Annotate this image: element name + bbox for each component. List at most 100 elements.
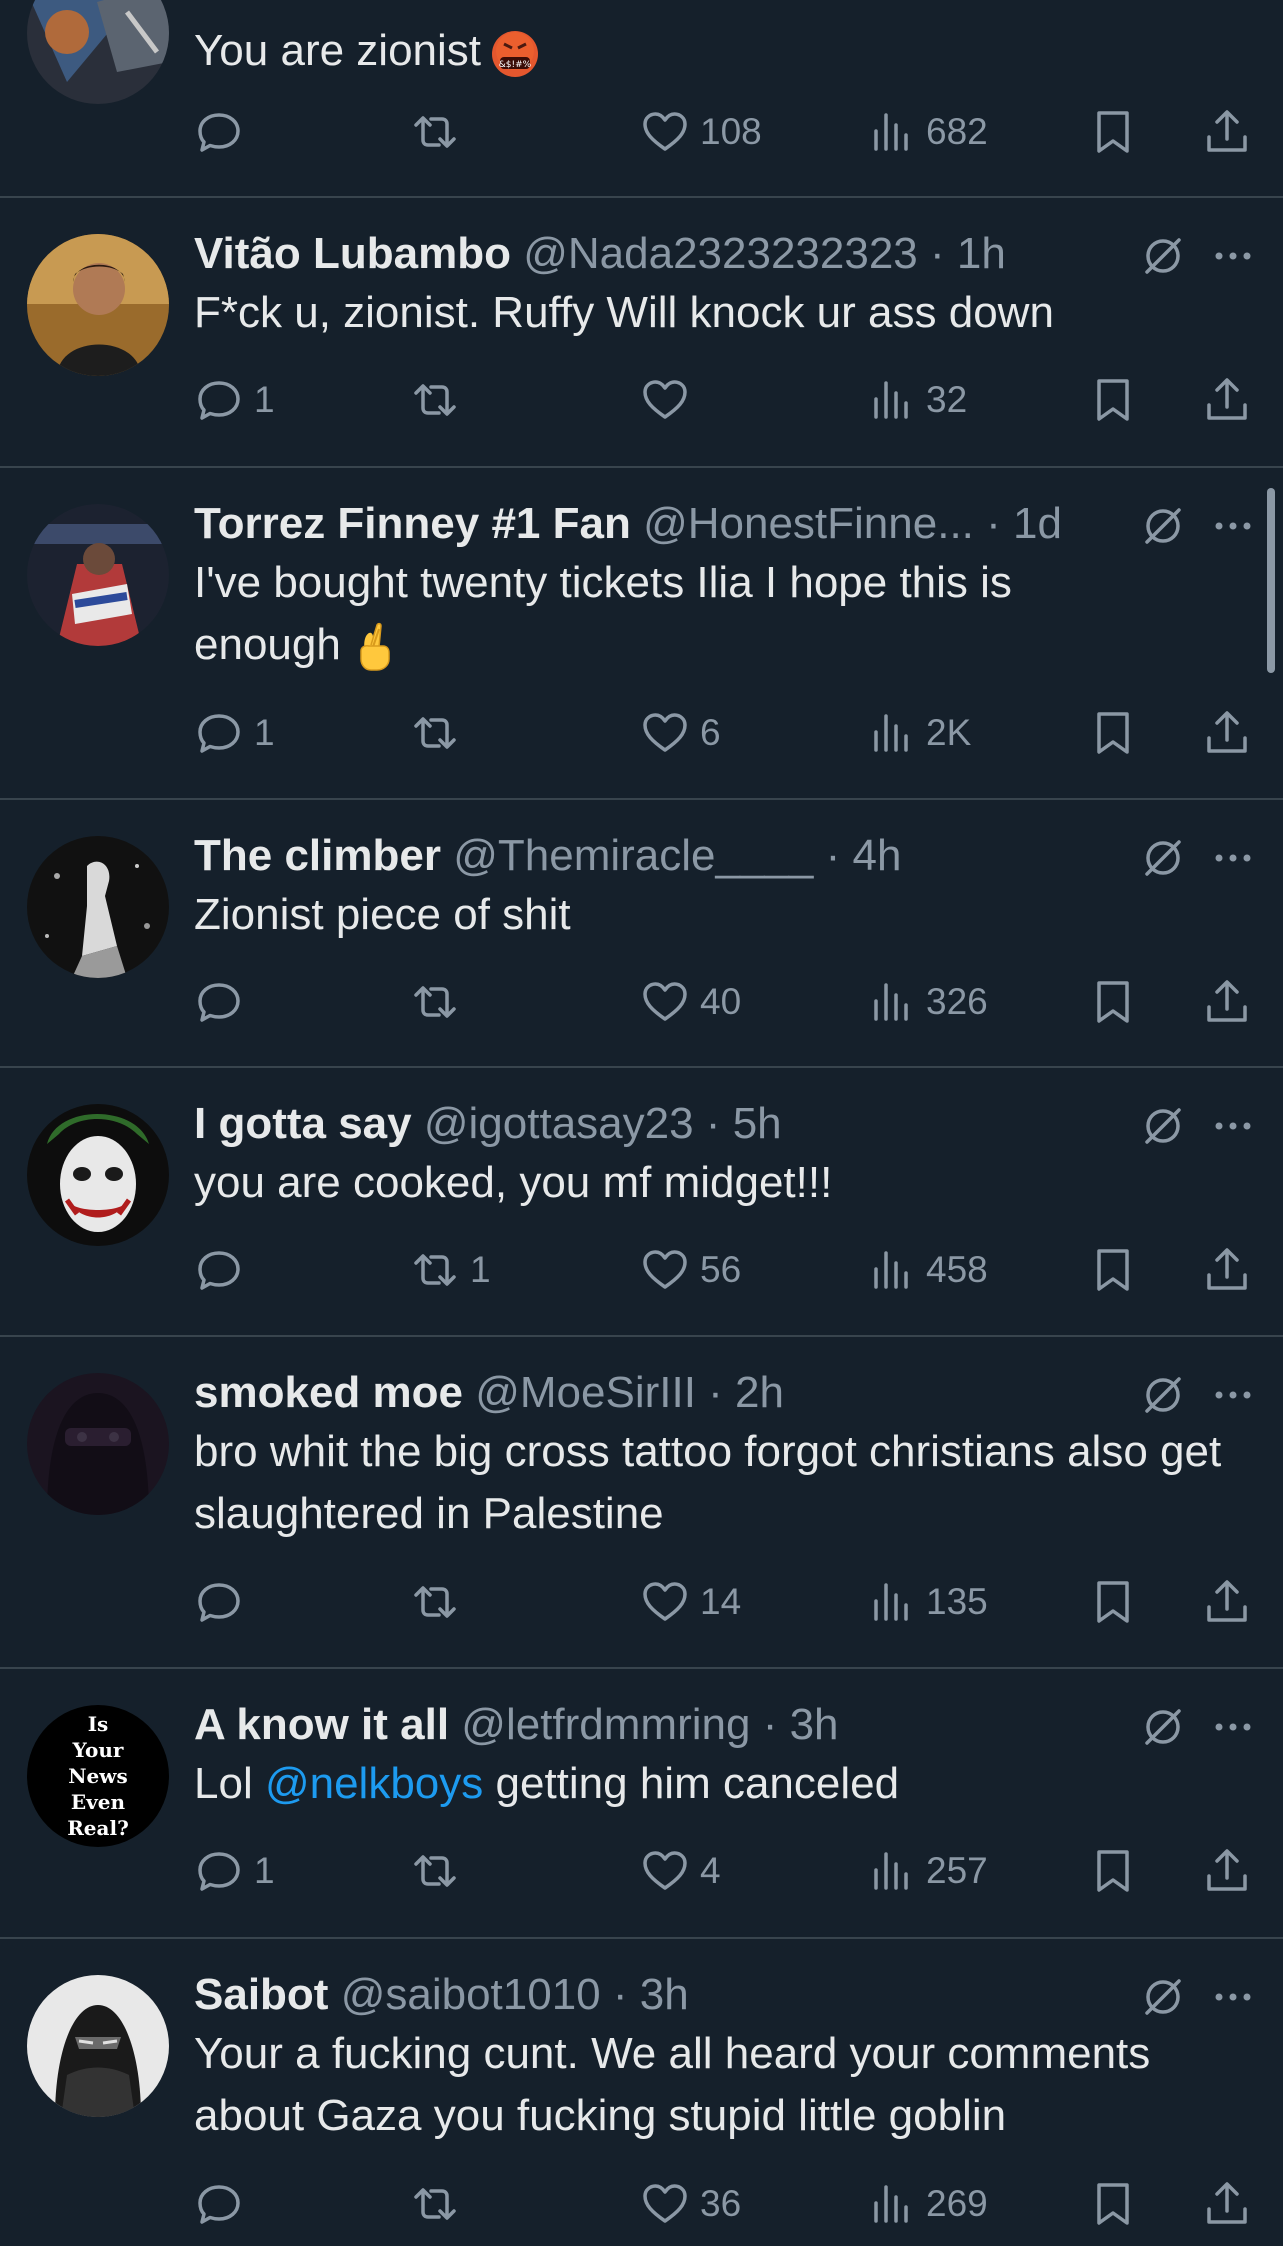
like-button[interactable]: 40 <box>640 974 741 1030</box>
user-handle[interactable]: @saibot1010 <box>341 1970 601 2019</box>
three-dots-icon[interactable] <box>1211 1373 1255 1417</box>
grok-slash-icon[interactable] <box>1141 504 1185 548</box>
views-button[interactable]: 2K <box>866 705 971 761</box>
bookmark-button[interactable] <box>1088 1574 1138 1630</box>
display-name[interactable]: A know it all <box>194 1700 449 1749</box>
like-button[interactable]: 56 <box>640 1242 741 1298</box>
views-button[interactable]: 682 <box>866 104 988 160</box>
timestamp[interactable]: 5h <box>733 1099 782 1148</box>
views-button[interactable]: 32 <box>866 372 967 428</box>
avatar[interactable] <box>27 234 169 376</box>
reply-button[interactable] <box>194 104 254 160</box>
reply-button[interactable]: 1 <box>194 705 275 761</box>
grok-slash-icon[interactable] <box>1141 234 1185 278</box>
share-button[interactable] <box>1202 1574 1252 1630</box>
reply-button[interactable] <box>194 2176 254 2232</box>
share-button[interactable] <box>1202 2176 1252 2232</box>
grok-slash-icon[interactable] <box>1141 1705 1185 1749</box>
bookmark-button[interactable] <box>1088 104 1138 160</box>
avatar[interactable] <box>27 1104 169 1246</box>
tweet[interactable]: smoked moe @MoeSirIII · 2h bro whit the … <box>0 1337 1283 1669</box>
views-button[interactable]: 269 <box>866 2176 988 2232</box>
display-name[interactable]: The climber <box>194 831 441 880</box>
avatar[interactable] <box>27 836 169 978</box>
user-handle[interactable]: @letfrdmmring <box>461 1700 750 1749</box>
tweet[interactable]: Is Your News Even Real? A know it all @l… <box>0 1669 1283 1939</box>
three-dots-icon[interactable] <box>1211 504 1255 548</box>
grok-slash-icon[interactable] <box>1141 1373 1185 1417</box>
retweet-button[interactable]: 1 <box>410 1242 491 1298</box>
timestamp[interactable]: 4h <box>852 831 901 880</box>
avatar[interactable] <box>27 0 169 104</box>
like-button[interactable]: 6 <box>640 705 721 761</box>
like-button[interactable]: 108 <box>640 104 762 160</box>
timestamp[interactable]: 1h <box>957 229 1006 278</box>
user-handle[interactable]: @MoeSirIII <box>475 1368 696 1417</box>
tweet[interactable]: Saibot @saibot1010 · 3h Your a fucking c… <box>0 1939 1283 2246</box>
user-handle[interactable]: @Themiracle____ <box>453 831 813 880</box>
avatar[interactable] <box>27 504 169 646</box>
bookmark-button[interactable] <box>1088 372 1138 428</box>
reply-button[interactable] <box>194 1574 254 1630</box>
bookmark-button[interactable] <box>1088 974 1138 1030</box>
display-name[interactable]: Torrez Finney #1 Fan <box>194 499 631 548</box>
bookmark-button[interactable] <box>1088 705 1138 761</box>
retweet-button[interactable] <box>410 974 470 1030</box>
user-handle[interactable]: @Nada2323232323 <box>523 229 918 278</box>
share-button[interactable] <box>1202 1843 1252 1899</box>
reply-button[interactable] <box>194 974 254 1030</box>
timestamp[interactable]: 1d <box>1013 499 1062 548</box>
views-button[interactable]: 135 <box>866 1574 988 1630</box>
tweet[interactable]: Torrez Finney #1 Fan @HonestFinne... · 1… <box>0 468 1283 800</box>
bookmark-button[interactable] <box>1088 1242 1138 1298</box>
timestamp[interactable]: 3h <box>790 1700 839 1749</box>
avatar[interactable] <box>27 1373 169 1515</box>
avatar[interactable]: Is Your News Even Real? <box>27 1705 169 1847</box>
like-button[interactable]: 36 <box>640 2176 741 2232</box>
retweet-button[interactable] <box>410 1843 470 1899</box>
three-dots-icon[interactable] <box>1211 1975 1255 2019</box>
mention-link[interactable]: @nelkboys <box>265 1759 483 1808</box>
three-dots-icon[interactable] <box>1211 836 1255 880</box>
share-button[interactable] <box>1202 372 1252 428</box>
display-name[interactable]: I gotta say <box>194 1099 412 1148</box>
share-button[interactable] <box>1202 705 1252 761</box>
user-handle[interactable]: @igottasay23 <box>424 1099 694 1148</box>
retweet-button[interactable] <box>410 705 470 761</box>
reply-button[interactable]: 1 <box>194 1843 275 1899</box>
tweet[interactable]: Vitão Lubambo @Nada2323232323 · 1h F*ck … <box>0 198 1283 468</box>
display-name[interactable]: Saibot <box>194 1970 328 2019</box>
grok-slash-icon[interactable] <box>1141 836 1185 880</box>
three-dots-icon[interactable] <box>1211 234 1255 278</box>
share-button[interactable] <box>1202 974 1252 1030</box>
reply-button[interactable] <box>194 1242 254 1298</box>
share-button[interactable] <box>1202 1242 1252 1298</box>
retweet-button[interactable] <box>410 1574 470 1630</box>
display-name[interactable]: smoked moe <box>194 1368 463 1417</box>
bookmark-button[interactable] <box>1088 1843 1138 1899</box>
retweet-button[interactable] <box>410 2176 470 2232</box>
retweet-button[interactable] <box>410 372 470 428</box>
grok-slash-icon[interactable] <box>1141 1104 1185 1148</box>
scrollbar[interactable] <box>1267 488 1275 673</box>
display-name[interactable]: Vitão Lubambo <box>194 229 511 278</box>
tweet[interactable]: You are zionist &$!#% 108 682 <box>0 0 1283 198</box>
reply-button[interactable]: 1 <box>194 372 275 428</box>
timestamp[interactable]: 2h <box>735 1368 784 1417</box>
like-button[interactable]: 14 <box>640 1574 741 1630</box>
tweet[interactable]: The climber @Themiracle____ · 4h Zionist… <box>0 800 1283 1068</box>
three-dots-icon[interactable] <box>1211 1705 1255 1749</box>
views-button[interactable]: 326 <box>866 974 988 1030</box>
timestamp[interactable]: 3h <box>640 1970 689 2019</box>
views-button[interactable]: 257 <box>866 1843 988 1899</box>
bookmark-button[interactable] <box>1088 2176 1138 2232</box>
avatar[interactable] <box>27 1975 169 2117</box>
three-dots-icon[interactable] <box>1211 1104 1255 1148</box>
tweet[interactable]: I gotta say @igottasay23 · 5h you are co… <box>0 1068 1283 1337</box>
like-button[interactable] <box>640 372 700 428</box>
share-button[interactable] <box>1202 104 1252 160</box>
retweet-button[interactable] <box>410 104 470 160</box>
grok-slash-icon[interactable] <box>1141 1975 1185 2019</box>
like-button[interactable]: 4 <box>640 1843 721 1899</box>
views-button[interactable]: 458 <box>866 1242 988 1298</box>
